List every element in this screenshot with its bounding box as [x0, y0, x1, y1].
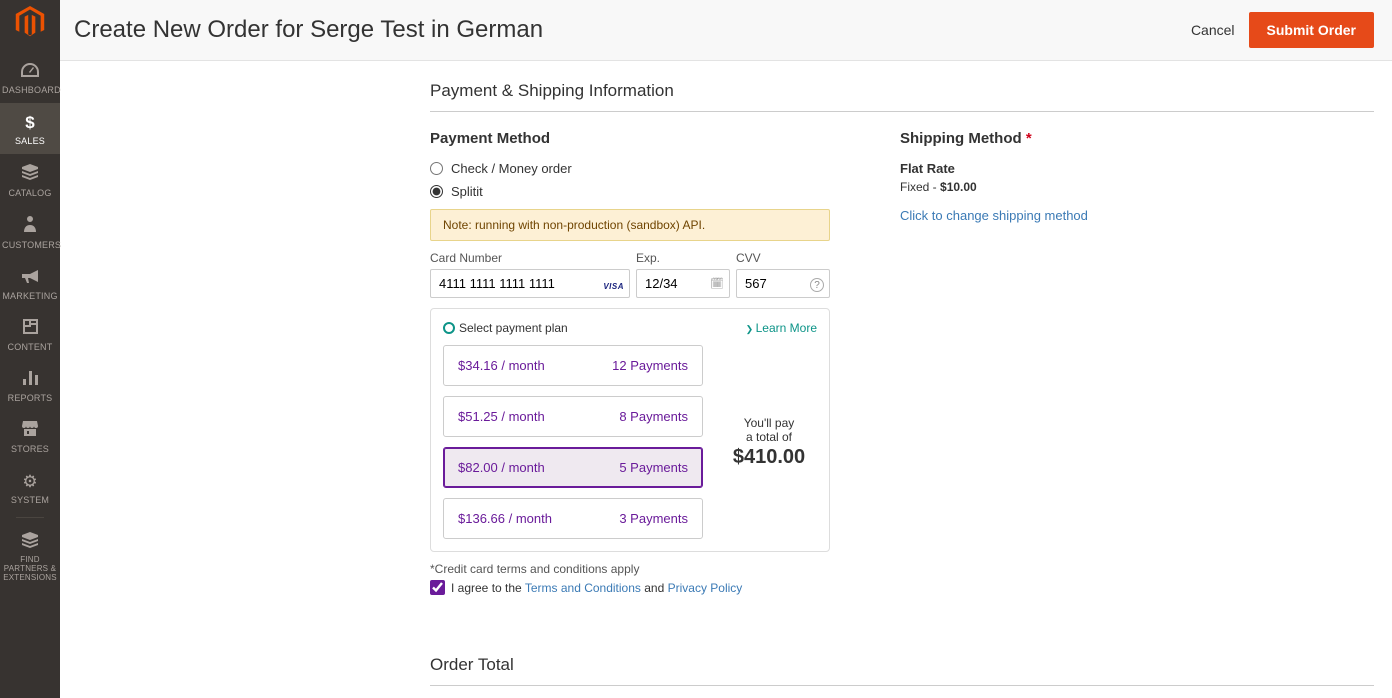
visa-badge-icon: VISA [603, 282, 624, 291]
nav-label: FIND PARTNERS & EXTENSIONS [0, 556, 60, 582]
change-shipping-link[interactable]: Click to change shipping method [900, 208, 1088, 223]
payment-option-splitit[interactable]: Splitit [430, 184, 830, 199]
dashboard-icon [2, 62, 58, 82]
content-icon [2, 319, 58, 339]
consent-text: I agree to the Terms and Conditions and … [451, 581, 742, 595]
splitit-brand-icon [443, 322, 455, 334]
order-total-title: Order Total [430, 655, 1374, 686]
nav-separator [16, 517, 44, 518]
total-line2: a total of [721, 430, 817, 444]
select-plan-label: Select payment plan [459, 321, 568, 335]
partners-icon [0, 532, 60, 553]
cancel-button[interactable]: Cancel [1191, 22, 1235, 38]
required-asterisk: * [1026, 130, 1032, 147]
nav-system[interactable]: ⚙ SYSTEM [0, 462, 60, 513]
magento-logo-icon [14, 6, 46, 38]
page-title: Create New Order for Serge Test in Germa… [74, 16, 543, 44]
nav-reports[interactable]: REPORTS [0, 360, 60, 411]
shipping-method-title: Shipping Method * [900, 130, 1374, 147]
nav-catalog[interactable]: CATALOG [0, 154, 60, 206]
plan-price: $51.25 / month [458, 409, 545, 424]
nav-label: CONTENT [2, 342, 58, 352]
payment-shipping-title: Payment & Shipping Information [430, 81, 1374, 112]
cvv-help-icon[interactable]: ? [810, 278, 824, 292]
customers-icon [2, 216, 58, 237]
payment-column: Payment Method Check / Money order Split… [430, 130, 830, 595]
page-header: Create New Order for Serge Test in Germa… [60, 0, 1392, 61]
header-actions: Cancel Submit Order [1191, 12, 1374, 48]
calendar-icon: 🗓 [710, 277, 724, 290]
nav-marketing[interactable]: MARKETING [0, 258, 60, 309]
radio-splitit[interactable] [430, 185, 443, 198]
nav-label: SYSTEM [2, 495, 58, 505]
plan-price: $136.66 / month [458, 511, 552, 526]
catalog-icon [2, 164, 58, 185]
terms-link[interactable]: Terms and Conditions [525, 581, 641, 595]
reports-icon [2, 370, 58, 390]
radio-label: Splitit [451, 184, 483, 199]
system-icon: ⚙ [2, 472, 58, 492]
marketing-icon [2, 268, 58, 288]
submit-order-button[interactable]: Submit Order [1249, 12, 1374, 48]
sandbox-note: Note: running with non-production (sandb… [430, 209, 830, 241]
card-cvv-label: CVV [736, 251, 830, 265]
nav-stores[interactable]: STORES [0, 411, 60, 462]
nav-content[interactable]: CONTENT [0, 309, 60, 360]
shipping-rate: Fixed - $10.00 [900, 180, 1374, 194]
card-exp-label: Exp. [636, 251, 730, 265]
radio-label: Check / Money order [451, 161, 572, 176]
plan-count: 5 Payments [619, 460, 688, 475]
nav-label: CUSTOMERS [2, 240, 58, 250]
shipping-name: Flat Rate [900, 161, 1374, 176]
nav-dashboard[interactable]: DASHBOARD [0, 52, 60, 103]
nav-label: CATALOG [2, 188, 58, 198]
plan-count: 12 Payments [612, 358, 688, 373]
cc-disclaimer: *Credit card terms and conditions apply [430, 562, 830, 576]
admin-sidebar: DASHBOARD $ SALES CATALOG CUSTOMERS MARK… [0, 0, 60, 698]
card-number-input[interactable] [430, 269, 630, 298]
nav-label: SALES [2, 136, 58, 146]
payment-plan-box: Select payment plan Learn More $34.16 / … [430, 308, 830, 552]
plan-count: 8 Payments [619, 409, 688, 424]
learn-more-link[interactable]: Learn More [746, 321, 817, 335]
nav-sales[interactable]: $ SALES [0, 103, 60, 154]
nav-label: STORES [2, 444, 58, 454]
card-number-label: Card Number [430, 251, 630, 265]
nav-customers[interactable]: CUSTOMERS [0, 206, 60, 258]
payment-method-title: Payment Method [430, 130, 830, 147]
payment-option-check[interactable]: Check / Money order [430, 161, 830, 176]
consent-checkbox[interactable] [430, 580, 445, 595]
radio-check-money[interactable] [430, 162, 443, 175]
plan-option-5[interactable]: $82.00 / month 5 Payments [443, 447, 703, 488]
total-amount: $410.00 [721, 446, 817, 469]
main-content: Create New Order for Serge Test in Germa… [60, 0, 1392, 698]
card-inputs-row: Card Number VISA Exp. 🗓 CVV ? [430, 251, 830, 298]
privacy-link[interactable]: Privacy Policy [668, 581, 743, 595]
shipping-column: Shipping Method * Flat Rate Fixed - $10.… [900, 130, 1374, 595]
nav-label: MARKETING [2, 291, 58, 301]
plan-count: 3 Payments [619, 511, 688, 526]
plan-option-12[interactable]: $34.16 / month 12 Payments [443, 345, 703, 386]
nav-partners[interactable]: FIND PARTNERS & EXTENSIONS [0, 522, 60, 590]
nav-label: REPORTS [2, 393, 58, 403]
plan-total-summary: You'll pay a total of $410.00 [721, 416, 817, 469]
nav-label: DASHBOARD [2, 85, 58, 95]
plan-price: $34.16 / month [458, 358, 545, 373]
consent-row[interactable]: I agree to the Terms and Conditions and … [430, 580, 830, 595]
total-line1: You'll pay [721, 416, 817, 430]
plan-options-list: $34.16 / month 12 Payments $51.25 / mont… [443, 345, 703, 539]
sales-icon: $ [2, 113, 58, 133]
plan-price: $82.00 / month [458, 460, 545, 475]
plan-option-3[interactable]: $136.66 / month 3 Payments [443, 498, 703, 539]
plan-option-8[interactable]: $51.25 / month 8 Payments [443, 396, 703, 437]
stores-icon [2, 421, 58, 441]
